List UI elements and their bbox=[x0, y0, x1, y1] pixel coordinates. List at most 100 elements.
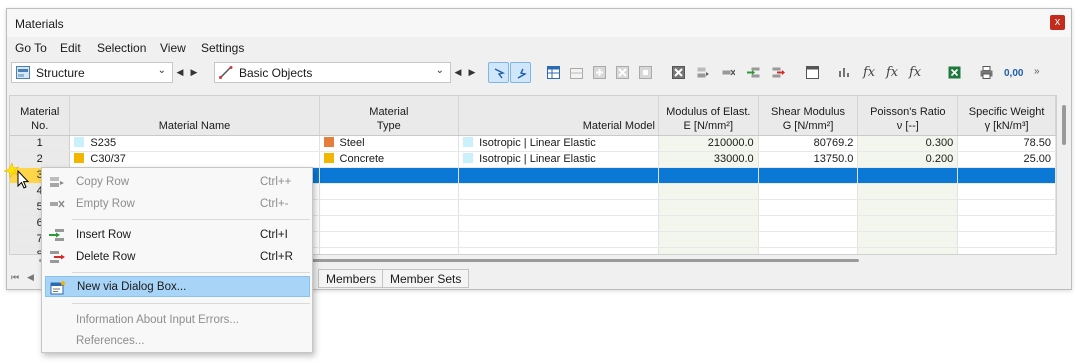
excel-export-button[interactable] bbox=[944, 62, 965, 83]
cell-poissons-ratio[interactable] bbox=[857, 215, 959, 232]
cell-shear-modulus[interactable]: 13750.0 bbox=[758, 151, 859, 168]
cell-specific-weight[interactable]: 25.00 bbox=[957, 151, 1056, 168]
next-arrow-icon[interactable]: ▶ bbox=[188, 63, 200, 82]
menu-view[interactable]: View bbox=[160, 41, 186, 55]
prev-page-icon[interactable]: ◀ bbox=[27, 272, 34, 283]
col-header-material-model[interactable]: Material Model bbox=[458, 96, 659, 136]
cell-material-no[interactable]: 1 bbox=[10, 135, 71, 152]
cell-shear-modulus[interactable] bbox=[758, 199, 859, 216]
tab-member-sets[interactable]: Member Sets bbox=[382, 269, 470, 288]
cell-shear-modulus[interactable] bbox=[758, 215, 859, 232]
menu-item-empty-row[interactable]: Empty Row Ctrl+- bbox=[45, 194, 310, 215]
cell-shear-modulus[interactable]: 80769.2 bbox=[758, 135, 859, 152]
col-header-material-name[interactable]: Material Name bbox=[69, 96, 320, 136]
cell-modulus-elast[interactable]: 210000.0 bbox=[658, 135, 759, 152]
cell-modulus-elast[interactable] bbox=[658, 215, 759, 232]
decimal-places-button[interactable]: 0,00 bbox=[1003, 62, 1024, 83]
cell-specific-weight[interactable] bbox=[957, 167, 1056, 184]
menu-edit[interactable]: Edit bbox=[60, 41, 81, 55]
disabled-tool-button[interactable] bbox=[612, 62, 633, 83]
cell-material-name[interactable]: S235 bbox=[69, 135, 320, 152]
menu-item-references[interactable]: References... bbox=[45, 331, 310, 352]
first-page-icon[interactable]: ⏮ bbox=[11, 272, 19, 283]
cell-specific-weight[interactable] bbox=[957, 199, 1056, 216]
cell-poissons-ratio[interactable] bbox=[857, 199, 959, 216]
cell-material-model[interactable] bbox=[458, 231, 659, 248]
cell-material-model[interactable] bbox=[458, 167, 659, 184]
cell-material-model[interactable]: Isotropic | Linear Elastic bbox=[458, 151, 659, 168]
cell-material-model[interactable] bbox=[458, 247, 659, 254]
cell-poissons-ratio[interactable] bbox=[857, 247, 959, 254]
disabled-tool-button[interactable] bbox=[589, 62, 610, 83]
cell-shear-modulus[interactable] bbox=[758, 231, 859, 248]
vertical-scrollbar[interactable] bbox=[1059, 95, 1069, 255]
overflow-chevron-icon[interactable]: » bbox=[1034, 66, 1040, 77]
table-row[interactable]: 2 C30/37 Concrete Isotropic | Linear Elasti… bbox=[10, 151, 1056, 168]
cell-specific-weight[interactable] bbox=[957, 215, 1056, 232]
cell-material-type[interactable] bbox=[319, 183, 460, 200]
cell-shear-modulus[interactable] bbox=[758, 247, 859, 254]
cell-specific-weight[interactable] bbox=[957, 231, 1056, 248]
col-header-specific-weight[interactable]: Specific Weight γ [kN/m³] bbox=[957, 96, 1056, 136]
scroll-thumb[interactable] bbox=[1062, 105, 1066, 145]
cell-modulus-elast[interactable] bbox=[658, 247, 759, 254]
cell-specific-weight[interactable]: 78.50 bbox=[957, 135, 1056, 152]
cell-material-type[interactable]: Steel bbox=[319, 135, 460, 152]
text-format-button[interactable] bbox=[834, 62, 855, 83]
cell-modulus-elast[interactable]: 33000.0 bbox=[658, 151, 759, 168]
col-header-poissons-ratio[interactable]: Poisson's Ratio ν [--] bbox=[857, 96, 959, 136]
menu-settings[interactable]: Settings bbox=[201, 41, 244, 55]
next-arrow-icon[interactable]: ▶ bbox=[466, 63, 478, 82]
fx-delete-button[interactable]: fx bbox=[886, 65, 898, 80]
add-table-button[interactable] bbox=[566, 62, 587, 83]
cell-material-model[interactable]: Isotropic | Linear Elastic bbox=[458, 135, 659, 152]
cell-modulus-elast[interactable] bbox=[658, 183, 759, 200]
cell-material-type[interactable] bbox=[319, 199, 460, 216]
prev-arrow-icon[interactable]: ◀ bbox=[174, 63, 186, 82]
menu-item-copy-row[interactable]: Copy Row Ctrl++ bbox=[45, 172, 310, 193]
cell-shear-modulus[interactable] bbox=[758, 167, 859, 184]
cell-material-type[interactable] bbox=[319, 167, 460, 184]
cell-specific-weight[interactable] bbox=[957, 247, 1056, 254]
tab-members[interactable]: Members bbox=[318, 269, 385, 288]
table-view-button[interactable] bbox=[543, 62, 564, 83]
cell-modulus-elast[interactable] bbox=[658, 167, 759, 184]
menu-item-insert-row[interactable]: Insert Row Ctrl+I bbox=[45, 225, 310, 246]
col-header-modulus-elast[interactable]: Modulus of Elast. E [N/mm²] bbox=[658, 96, 759, 136]
col-header-shear-modulus[interactable]: Shear Modulus G [N/mm²] bbox=[758, 96, 859, 136]
delete-button[interactable] bbox=[668, 62, 689, 83]
empty-row-button[interactable] bbox=[718, 62, 739, 83]
cell-material-type[interactable] bbox=[319, 247, 460, 254]
print-button[interactable] bbox=[976, 62, 997, 83]
table-row[interactable]: 1 S235 Steel Isotropic | Linear Elastic 2100… bbox=[10, 135, 1056, 152]
cell-modulus-elast[interactable] bbox=[658, 199, 759, 216]
disabled-tool-button[interactable] bbox=[635, 62, 656, 83]
cell-poissons-ratio[interactable]: 0.300 bbox=[857, 135, 959, 152]
cell-material-type[interactable] bbox=[319, 231, 460, 248]
menu-selection[interactable]: Selection bbox=[97, 41, 146, 55]
cell-material-model[interactable] bbox=[458, 215, 659, 232]
cell-poissons-ratio[interactable] bbox=[857, 183, 959, 200]
copy-row-button[interactable] bbox=[693, 62, 714, 83]
select-mode-2-button[interactable] bbox=[510, 62, 531, 83]
structure-combo[interactable]: Structure ⌄ bbox=[11, 62, 173, 83]
close-button[interactable]: x bbox=[1050, 15, 1065, 30]
cell-poissons-ratio[interactable]: 0.200 bbox=[857, 151, 959, 168]
insert-row-button[interactable] bbox=[743, 62, 764, 83]
fx-edit-button[interactable]: fx bbox=[909, 65, 921, 80]
basic-objects-combo[interactable]: Basic Objects ⌄ bbox=[214, 62, 451, 83]
col-header-material-type[interactable]: Material Type bbox=[319, 96, 460, 136]
fx-button[interactable]: fx bbox=[863, 65, 875, 80]
cell-shear-modulus[interactable] bbox=[758, 183, 859, 200]
cell-material-type[interactable]: Concrete bbox=[319, 151, 460, 168]
delete-row-button[interactable] bbox=[768, 62, 789, 83]
cell-poissons-ratio[interactable] bbox=[857, 231, 959, 248]
menu-item-new-via-dialog-box[interactable]: New via Dialog Box... bbox=[45, 276, 310, 297]
cell-poissons-ratio[interactable] bbox=[857, 167, 959, 184]
cell-material-name[interactable]: C30/37 bbox=[69, 151, 320, 168]
cell-material-model[interactable] bbox=[458, 199, 659, 216]
col-header-material-no[interactable]: Material No. bbox=[10, 96, 71, 136]
view-button[interactable] bbox=[802, 62, 823, 83]
cell-material-type[interactable] bbox=[319, 215, 460, 232]
cell-specific-weight[interactable] bbox=[957, 183, 1056, 200]
